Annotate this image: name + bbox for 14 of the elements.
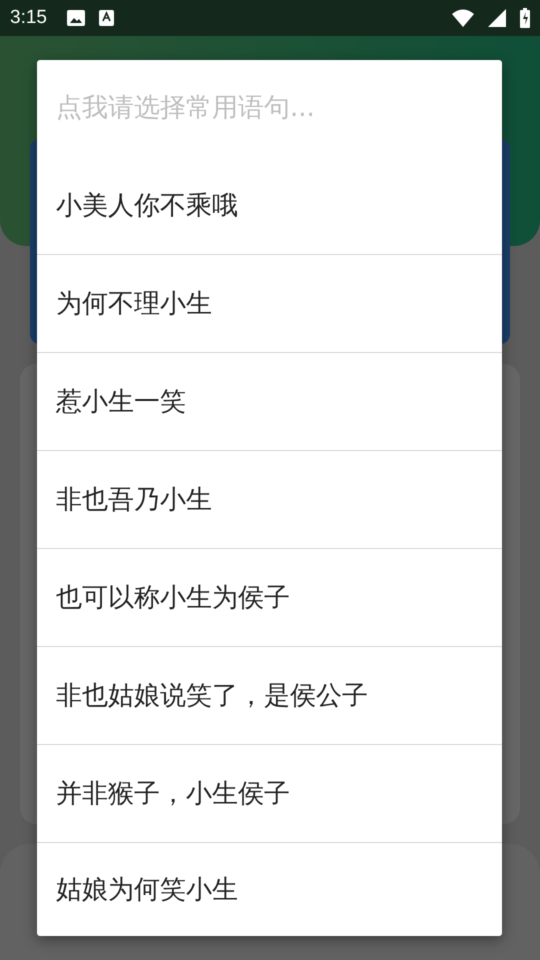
list-item[interactable]: 惹小生一笑 [37,353,502,451]
list-item[interactable]: 非也吾乃小生 [37,451,502,549]
signal-icon [488,9,506,27]
list-item[interactable]: 并非猴子，小生侯子 [37,745,502,843]
list-item[interactable]: 小美人你不乘哦 [37,157,502,255]
dialog-prompt: 点我请选择常用语句... [55,92,316,125]
status-time: 3:15 [10,7,47,29]
image-icon [66,10,85,26]
text-icon [98,10,114,26]
wifi-icon [452,9,474,27]
list-item[interactable]: 也可以称小生为侯子 [37,549,502,647]
list-item[interactable]: 为何不理小生 [37,255,502,353]
battery-icon [520,8,530,28]
list-item[interactable]: 非也姑娘说笑了，是侯公子 [37,647,502,745]
